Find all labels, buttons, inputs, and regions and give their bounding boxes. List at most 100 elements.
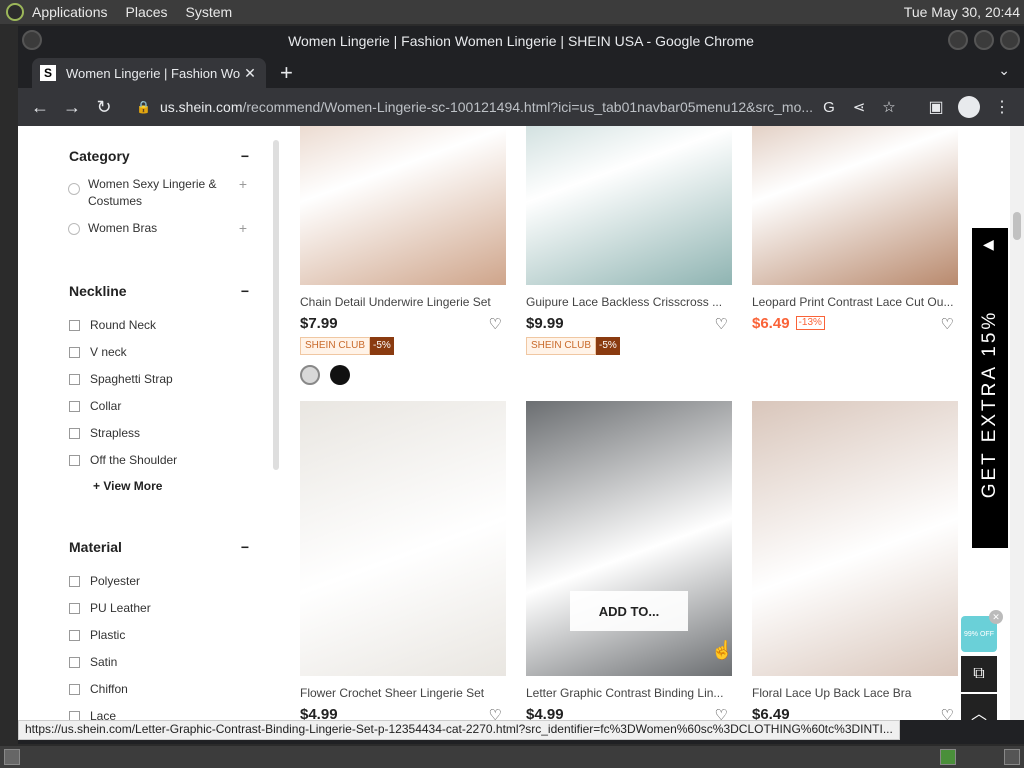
product-name[interactable]: Guipure Lace Backless Crisscross ...: [526, 295, 732, 309]
wishlist-heart-icon[interactable]: ♡: [941, 706, 954, 720]
filter-option[interactable]: Spaghetti Strap: [69, 371, 249, 388]
color-swatch[interactable]: [330, 365, 350, 385]
url-text[interactable]: us.shein.com/recommend/Women-Lingerie-sc…: [160, 99, 814, 115]
product-image[interactable]: [300, 126, 506, 285]
collapse-icon[interactable]: −: [241, 283, 249, 303]
product-name[interactable]: Floral Lace Up Back Lace Bra: [752, 686, 958, 700]
chrome-taskbar-icon[interactable]: [940, 749, 956, 765]
close-icon[interactable]: ✕: [989, 610, 1003, 624]
filter-option[interactable]: Off the Shoulder: [69, 452, 249, 469]
os-menu-places[interactable]: Places: [126, 4, 168, 20]
tab-search-chevron-icon[interactable]: ⌄: [998, 62, 1010, 79]
close-window-icon[interactable]: [1000, 30, 1020, 50]
product-card[interactable]: Leopard Print Contrast Lace Cut Ou... $6…: [752, 126, 958, 333]
filter-option[interactable]: Round Neck: [69, 317, 249, 334]
view-more-link[interactable]: + View More: [69, 479, 249, 493]
checkbox[interactable]: [69, 657, 80, 668]
filter-option[interactable]: Plastic: [69, 627, 249, 644]
filter-option[interactable]: Women Sexy Lingerie & Costumes +: [68, 176, 249, 210]
product-name[interactable]: Leopard Print Contrast Lace Cut Ou...: [752, 295, 958, 309]
gift-widget[interactable]: 99% OFF ✕: [961, 610, 1003, 656]
maximize-icon[interactable]: [974, 30, 994, 50]
compare-button[interactable]: ⧉: [961, 656, 997, 692]
expand-icon[interactable]: +: [237, 176, 249, 193]
filter-option[interactable]: Polyester: [69, 573, 249, 590]
filter-heading-category[interactable]: Category −: [69, 148, 249, 168]
lock-icon[interactable]: 🔒: [136, 100, 151, 114]
checkbox[interactable]: [69, 630, 80, 641]
checkbox[interactable]: [69, 347, 80, 358]
checkbox[interactable]: [69, 684, 80, 695]
filter-heading-neckline[interactable]: Neckline −: [69, 283, 249, 303]
workspace-icon[interactable]: [1004, 749, 1020, 765]
wishlist-heart-icon[interactable]: ♡: [715, 315, 728, 333]
google-lens-icon[interactable]: G: [814, 99, 844, 116]
checkbox[interactable]: [69, 576, 80, 587]
product-image[interactable]: [526, 126, 732, 285]
collapse-arrow-icon[interactable]: ◀: [983, 236, 994, 253]
window-menu-icon[interactable]: [22, 30, 42, 50]
filter-option[interactable]: V neck: [69, 344, 249, 361]
tab-active[interactable]: S Women Lingerie | Fashion Wo ✕: [32, 58, 266, 88]
back-to-top-button[interactable]: ︿: [961, 694, 997, 720]
filter-option[interactable]: Satin: [69, 654, 249, 671]
product-image[interactable]: [752, 401, 958, 676]
os-menu-applications[interactable]: Applications: [32, 4, 108, 20]
wishlist-heart-icon[interactable]: ♡: [489, 315, 502, 333]
product-card[interactable]: Chain Detail Underwire Lingerie Set $7.9…: [300, 126, 506, 385]
tab-close-icon[interactable]: ✕: [242, 65, 258, 82]
profile-avatar-icon[interactable]: [958, 96, 980, 118]
wishlist-heart-icon[interactable]: ♡: [941, 315, 954, 333]
radio-icon[interactable]: [68, 183, 80, 195]
filter-option[interactable]: Collar: [69, 398, 249, 415]
os-logo-icon[interactable]: [6, 3, 24, 21]
expand-icon[interactable]: +: [237, 220, 249, 237]
checkbox[interactable]: [69, 603, 80, 614]
color-swatch[interactable]: [300, 365, 320, 385]
radio-icon[interactable]: [68, 223, 80, 235]
product-name[interactable]: Letter Graphic Contrast Binding Lin...: [526, 686, 732, 700]
new-tab-button[interactable]: +: [280, 60, 293, 86]
product-card[interactable]: Flower Crochet Sheer Lingerie Set $4.99 …: [300, 401, 506, 720]
show-desktop-icon[interactable]: [4, 749, 20, 765]
collapse-icon[interactable]: −: [241, 539, 249, 559]
product-name[interactable]: Flower Crochet Sheer Lingerie Set: [300, 686, 506, 700]
sidebar-scrollbar[interactable]: [273, 140, 279, 470]
share-icon[interactable]: ⋖: [844, 98, 874, 116]
product-card[interactable]: Floral Lace Up Back Lace Bra $6.49 ♡: [752, 401, 958, 720]
filter-option[interactable]: Chiffon: [69, 681, 249, 698]
filter-option[interactable]: Lace: [69, 708, 249, 720]
filter-option[interactable]: Strapless: [69, 425, 249, 442]
product-image[interactable]: [300, 401, 506, 676]
promo-side-tab[interactable]: ◀ GET EXTRA 15%: [972, 228, 1008, 548]
scrollbar-thumb[interactable]: [1013, 212, 1021, 240]
side-panel-icon[interactable]: ▣: [920, 97, 952, 117]
page-scrollbar[interactable]: [1010, 126, 1024, 720]
forward-arrow-icon[interactable]: →: [56, 97, 88, 118]
checkbox[interactable]: [69, 711, 80, 720]
filter-heading-material[interactable]: Material −: [69, 539, 249, 559]
chrome-menu-icon[interactable]: ⋮: [986, 97, 1018, 117]
wishlist-heart-icon[interactable]: ♡: [715, 706, 728, 720]
window-titlebar[interactable]: Women Lingerie | Fashion Women Lingerie …: [18, 26, 1024, 56]
filter-option[interactable]: Women Bras +: [68, 220, 249, 237]
collapse-icon[interactable]: −: [241, 148, 249, 168]
add-to-bag-button[interactable]: ADD TO...: [570, 591, 688, 631]
checkbox[interactable]: [69, 428, 80, 439]
checkbox[interactable]: [69, 455, 80, 466]
checkbox[interactable]: [69, 401, 80, 412]
product-name[interactable]: Chain Detail Underwire Lingerie Set: [300, 295, 506, 309]
product-card[interactable]: ADD TO... Letter Graphic Contrast Bindin…: [526, 401, 732, 720]
os-clock[interactable]: Tue May 30, 20:44: [904, 4, 1020, 20]
checkbox[interactable]: [69, 374, 80, 385]
back-arrow-icon[interactable]: ←: [24, 97, 56, 118]
wishlist-heart-icon[interactable]: ♡: [489, 706, 502, 720]
reload-icon[interactable]: ↻: [88, 97, 120, 118]
bookmark-star-icon[interactable]: ☆: [874, 98, 904, 116]
checkbox[interactable]: [69, 320, 80, 331]
address-bar[interactable]: 🔒 us.shein.com/recommend/Women-Lingerie-…: [128, 92, 912, 122]
product-card[interactable]: Guipure Lace Backless Crisscross ... $9.…: [526, 126, 732, 355]
os-menu-system[interactable]: System: [186, 4, 233, 20]
filter-option[interactable]: PU Leather: [69, 600, 249, 617]
minimize-icon[interactable]: [948, 30, 968, 50]
